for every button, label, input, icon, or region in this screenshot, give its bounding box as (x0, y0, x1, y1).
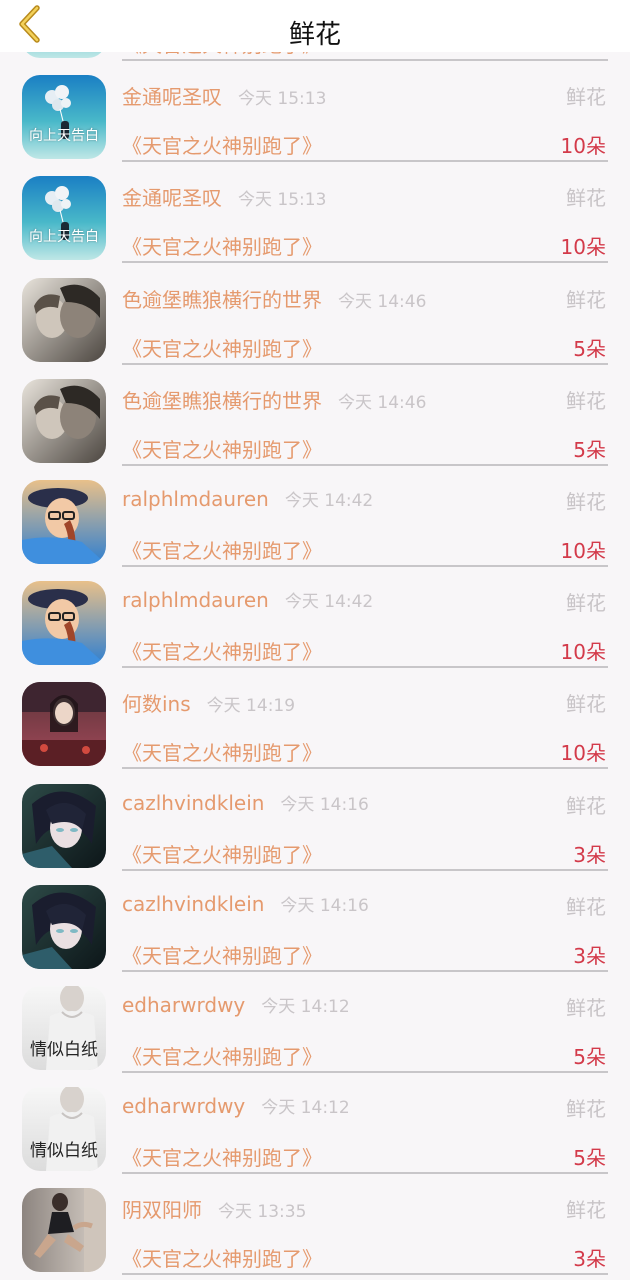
avatar-image (22, 479, 106, 564)
sender-name-label: 金通呢圣叹 (122, 85, 222, 110)
sender-name: ralphlmdauren 今天 14:42 (122, 486, 373, 511)
sender-name: 色逾堡瞧狼横行的世界 今天 14:46 (122, 385, 426, 414)
sender-name-label: cazlhvindklein (122, 891, 265, 916)
gift-count: 3朵 (573, 1247, 606, 1272)
timestamp: 今天 15:13 (238, 190, 327, 211)
divider (122, 1273, 608, 1276)
gift-type: 鲜花 (566, 894, 606, 919)
timestamp: 今天 14:42 (284, 592, 374, 613)
avatar-image (22, 682, 106, 767)
sender-name: 阴双阳师 今天 13:35 (122, 1194, 306, 1223)
list-item[interactable]: 色逾堡瞧狼横行的世界 今天 14:46 鲜花 《天官之火神别跑了》 5朵 (0, 355, 630, 466)
timestamp: 今天 14:46 (338, 291, 427, 312)
avatar[interactable] (22, 1188, 106, 1273)
avatar-image (22, 1188, 106, 1273)
sender-name-label: 金通呢圣叹 (122, 186, 222, 211)
list-item[interactable]: 情似白纸 edharwrdwy 今天 14:12 鲜花 《天官之火神别跑了》 5朵 (0, 962, 630, 1073)
list-item[interactable]: 何数ins 今天 14:19 鲜花 《天官之火神别跑了》 10朵 (0, 658, 630, 770)
avatar-image (22, 176, 106, 261)
avatar[interactable] (22, 277, 106, 362)
gift-type: 鲜花 (566, 591, 606, 616)
list-item[interactable]: 阴双阳师 今天 13:35 鲜花《天官之火神别跑了》 3朵 (0, 1164, 630, 1276)
avatar[interactable]: 向上天告白 (22, 176, 106, 261)
gift-type: 鲜花 (566, 1097, 606, 1122)
sender-name-label: 阴双阳师 (122, 1198, 202, 1223)
avatar[interactable] (22, 581, 106, 666)
gift-type: 鲜花 (566, 388, 606, 413)
avatar[interactable] (22, 682, 106, 767)
sender-name: cazlhvindklein 今天 14:16 (122, 891, 369, 916)
flower-gift-list: 《天官之火神别跑了》向上天告白金通呢圣叹今天 15:13鲜花《天官之火神别跑了》… (0, 0, 630, 1276)
timestamp: 今天 14:16 (280, 794, 369, 815)
list-item[interactable]: 向上天告白 金通呢圣叹 今天 15:13 鲜花 《天官之火神别跑了》 10朵 (0, 51, 630, 163)
avatar[interactable]: 向上天告白 (22, 75, 106, 160)
sender-name: edharwrdwy 今天 14:12 (122, 992, 350, 1017)
gift-type: 鲜花 (566, 186, 606, 211)
list-item[interactable]: 向上天告白 金通呢圣叹 今天 15:13 鲜花 《天官之火神别跑了》 10朵 (0, 152, 630, 264)
avatar-caption: 向上天告白 (29, 128, 99, 145)
timestamp: 今天 14:42 (284, 490, 374, 511)
list-item[interactable]: cazlhvindklein 今天 14:16 鲜花 《天官之火神别跑了》 3朵 (0, 861, 630, 972)
gift-type: 鲜花 (566, 85, 606, 110)
timestamp: 今天 13:35 (218, 1202, 307, 1223)
avatar[interactable] (22, 378, 106, 463)
avatar-caption: 情似白纸 (30, 1039, 98, 1060)
avatar-image (22, 581, 106, 666)
gift-type: 鲜花 (566, 287, 606, 312)
sender-name-label: ralphlmdauren (122, 588, 269, 613)
page-title: 鲜花 (288, 20, 341, 50)
sender-name: 金通呢圣叹 今天 15:13 (122, 81, 326, 110)
avatar[interactable] (22, 479, 106, 564)
nav-bar: 鲜花 (0, 0, 630, 52)
gift-type: 鲜花 (566, 995, 606, 1020)
timestamp: 今天 14:12 (261, 1098, 350, 1119)
gift-type: 鲜花 (566, 692, 606, 717)
avatar-image (22, 378, 106, 463)
sender-name: cazlhvindklein 今天 14:16 (122, 790, 369, 815)
avatar-image (22, 884, 106, 969)
sender-name-label: edharwrdwy (122, 992, 246, 1017)
sender-name-label: cazlhvindklein (122, 790, 265, 815)
avatar-caption: 向上天告白 (29, 229, 99, 246)
avatar[interactable]: 情似白纸 (22, 985, 106, 1070)
timestamp: 今天 14:19 (206, 696, 296, 717)
sender-name: 金通呢圣叹 今天 15:13 (122, 182, 326, 211)
list-item[interactable]: ralphlmdauren 今天 14:42 鲜花 《天官之火神别跑了》 10朵 (0, 456, 630, 567)
timestamp: 今天 14:16 (280, 895, 369, 916)
avatar-caption: 情似白纸 (30, 1141, 98, 1162)
timestamp: 今天 14:12 (261, 996, 350, 1017)
list-item[interactable]: cazlhvindklein 今天 14:16 鲜花 《天官之火神别跑了》 3朵 (0, 760, 630, 871)
sender-name: ralphlmdauren 今天 14:42 (122, 587, 373, 612)
avatar-image (22, 783, 106, 868)
avatar[interactable] (22, 783, 106, 868)
sender-name-label: 何数ins (122, 692, 191, 717)
timestamp: 今天 14:46 (338, 392, 427, 413)
sender-name: 何数ins 今天 14:19 (122, 688, 295, 717)
avatar-image (22, 277, 106, 362)
sender-name: edharwrdwy 今天 14:12 (122, 1093, 350, 1118)
book-title[interactable]: 《天官之火神别跑了》 (122, 1243, 322, 1272)
avatar[interactable] (22, 884, 106, 969)
sender-name: 色逾堡瞧狼横行的世界 今天 14:46 (122, 284, 426, 313)
gift-type: 鲜花 (566, 1198, 606, 1223)
gift-type: 鲜花 (566, 793, 606, 818)
timestamp: 今天 15:13 (238, 89, 327, 110)
list-item[interactable]: 情似白纸 edharwrdwy 今天 14:12 鲜花 《天官之火神别跑了》 5朵 (0, 1063, 630, 1175)
gift-type: 鲜花 (566, 489, 606, 514)
sender-name-label: ralphlmdauren (122, 486, 269, 511)
sender-name-label: edharwrdwy (122, 1094, 246, 1119)
avatar[interactable]: 情似白纸 (22, 1087, 106, 1172)
list-item[interactable]: ralphlmdauren 今天 14:42 鲜花 《天官之火神别跑了》 10朵 (0, 557, 630, 669)
sender-name-label: 色逾堡瞧狼横行的世界 (122, 388, 322, 413)
list-item[interactable]: 色逾堡瞧狼横行的世界 今天 14:46 鲜花 《天官之火神别跑了》 5朵 (0, 254, 630, 365)
avatar-image (22, 75, 106, 160)
sender-name-label: 色逾堡瞧狼横行的世界 (122, 287, 322, 312)
